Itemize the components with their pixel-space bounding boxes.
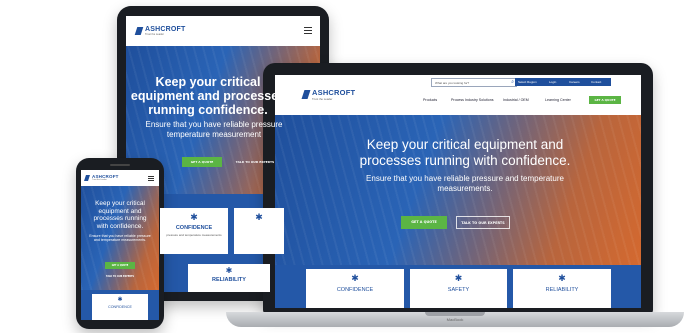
laptop-card-reliability[interactable]: ✱ RELIABILITY bbox=[513, 269, 611, 308]
utility-nav-contact[interactable]: Contact bbox=[591, 80, 601, 84]
search-input[interactable]: What are you looking for? ⌕ bbox=[431, 78, 517, 87]
utility-nav-select-region[interactable]: Select Region bbox=[518, 80, 537, 84]
utility-nav-careers[interactable]: Careers bbox=[569, 80, 580, 84]
gear-icon: ✱ bbox=[225, 266, 233, 275]
brand-name: ASHCROFT bbox=[312, 88, 356, 97]
laptop-base: MacBook bbox=[226, 312, 684, 327]
brand-tagline: Trust the Leader bbox=[145, 33, 164, 36]
brand-tagline: Trust the Leader bbox=[92, 179, 107, 181]
card-label: CONFIDENCE bbox=[108, 305, 132, 309]
phone-device: ASHCROFT Trust the Leader Keep your crit… bbox=[76, 158, 164, 329]
utility-nav-login[interactable]: Login bbox=[549, 80, 556, 84]
search-placeholder: What are you looking for? bbox=[435, 80, 470, 85]
phone-logo[interactable]: ASHCROFT Trust the Leader bbox=[84, 174, 119, 181]
laptop-get-quote-button[interactable]: GET A QUOTE bbox=[401, 216, 447, 229]
tablet-talk-experts-button[interactable]: TALK TO OUR EXPERTS bbox=[230, 157, 280, 167]
hamburger-menu-icon[interactable] bbox=[148, 176, 154, 182]
laptop-screen: ASHCROFT Trust the Leader What are you l… bbox=[275, 75, 641, 308]
gear-icon: ✱ bbox=[255, 212, 263, 222]
gear-icon: ✱ bbox=[558, 273, 566, 283]
phone-get-quote-button[interactable]: GET A QUOTE bbox=[105, 262, 135, 269]
card-label: SAFETY bbox=[447, 287, 470, 293]
laptop-notch bbox=[425, 312, 485, 316]
laptop-hero-subhead: Ensure that you have reliable pressure a… bbox=[366, 174, 564, 193]
laptop-card-confidence[interactable]: ✱ CONFIDENCE bbox=[306, 269, 404, 308]
laptop-card-safety[interactable]: ✱ SAFETY bbox=[410, 269, 507, 308]
laptop-logo[interactable]: ASHCROFT Trust the Leader bbox=[301, 88, 356, 101]
laptop-hero-headline: Keep your critical equipment and process… bbox=[359, 137, 571, 168]
nav-learning-center[interactable]: Learning Center bbox=[545, 98, 571, 102]
phone-talk-experts-button[interactable]: TALK TO OUR EXPERTS bbox=[101, 273, 139, 280]
tablet-get-quote-button[interactable]: GET A QUOTE bbox=[182, 157, 222, 167]
phone-screen: ASHCROFT Trust the Leader Keep your crit… bbox=[81, 170, 159, 320]
tablet-card-safety[interactable]: ✱ bbox=[234, 208, 284, 254]
search-icon[interactable]: ⌕ bbox=[511, 79, 514, 85]
gear-icon: ✱ bbox=[351, 273, 359, 283]
gear-icon: ✱ bbox=[190, 212, 198, 222]
laptop-talk-experts-button[interactable]: TALK TO OUR EXPERTS bbox=[456, 216, 510, 229]
hamburger-menu-icon[interactable] bbox=[304, 27, 312, 34]
nav-get-quote-button[interactable]: GET A QUOTE bbox=[589, 96, 621, 104]
tablet-card-reliability[interactable]: ✱ RELIABILITY bbox=[188, 264, 270, 292]
card-label: RELIABILITY bbox=[545, 287, 579, 293]
card-label: CONFIDENCE bbox=[175, 225, 213, 231]
card-label: CONFIDENCE bbox=[336, 287, 374, 293]
brand-name: ASHCROFT bbox=[145, 26, 186, 33]
tablet-hero-headline: Keep your critical equipment and process… bbox=[130, 75, 286, 117]
brand-tagline: Trust the Leader bbox=[312, 97, 333, 101]
nav-industrial-oem[interactable]: Industrial / OEM bbox=[503, 98, 529, 102]
card-text: pressure and temperature measurements bbox=[166, 233, 222, 237]
card-label: RELIABILITY bbox=[212, 277, 246, 283]
nav-products[interactable]: Products bbox=[423, 98, 437, 102]
tablet-logo[interactable]: ASHCROFT Trust the Leader bbox=[134, 26, 186, 36]
tablet-hero-subhead: Ensure that you have reliable pressure t… bbox=[145, 120, 283, 139]
tablet-card-confidence[interactable]: ✱ CONFIDENCE pressure and temperature me… bbox=[160, 208, 228, 254]
phone-hero-subhead: Ensure that you have reliable pressure a… bbox=[89, 234, 151, 243]
phone-hero-headline: Keep your critical equipment and process… bbox=[93, 200, 147, 230]
nav-process-industry[interactable]: Process Industry Solutions bbox=[451, 98, 494, 102]
phone-card-confidence[interactable]: ✱ CONFIDENCE bbox=[92, 294, 148, 320]
gear-icon: ✱ bbox=[117, 297, 123, 303]
laptop-device: ASHCROFT Trust the Leader What are you l… bbox=[263, 63, 653, 314]
gear-icon: ✱ bbox=[454, 273, 463, 283]
laptop-label: MacBook bbox=[446, 317, 464, 322]
phone-speaker bbox=[110, 164, 130, 166]
utility-nav: Select Region Login Careers Contact bbox=[515, 78, 611, 86]
